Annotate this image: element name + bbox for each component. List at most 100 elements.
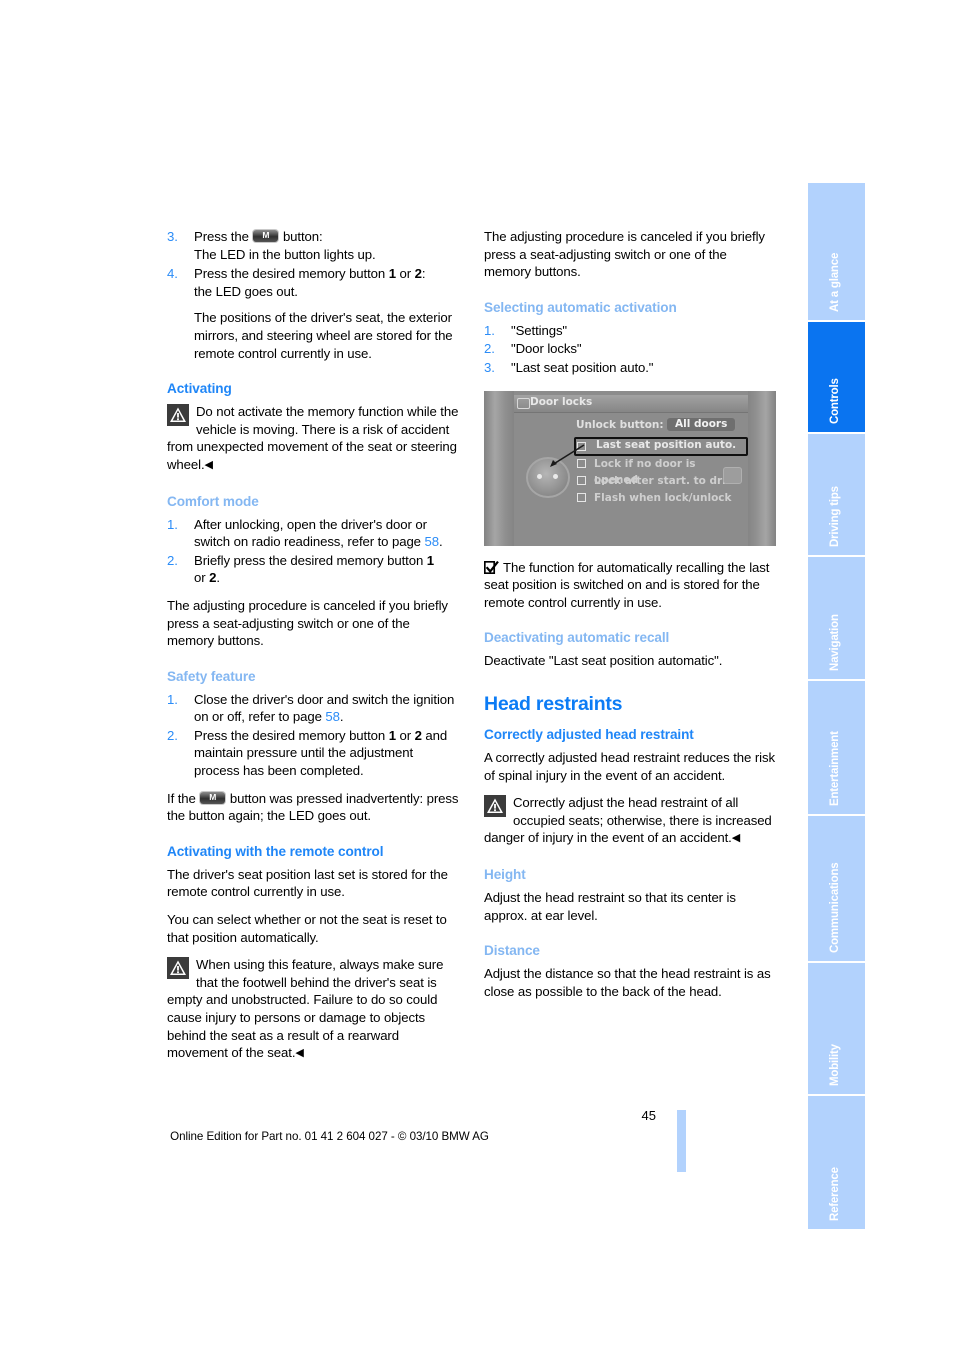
step-number: 3.: [484, 359, 495, 375]
step-text: After unlocking, open the driver's door …: [194, 516, 427, 550]
callout-leader-line: [550, 443, 585, 467]
step-text: "Door locks": [511, 341, 582, 357]
option-last-seat-position-auto[interactable]: Last seat position auto.: [574, 436, 748, 456]
warning-text: Correctly adjust the head restraint of a…: [484, 795, 772, 846]
tab-label: Mobility: [829, 1044, 841, 1086]
step-number: 2.: [484, 341, 495, 357]
option-lock-if-no-door-opened[interactable]: Lock if no door is opened: [576, 456, 742, 486]
comfort-mode-steps: 1. After unlocking, open the driver's doo…: [167, 516, 459, 587]
tab-navigation[interactable]: Navigation: [808, 557, 865, 679]
list-item: 2. Briefly press the desired memory butt…: [167, 552, 434, 586]
warning-end-marker: ◀: [204, 458, 213, 471]
option-label: Flash when lock/unlock: [594, 491, 732, 504]
warning-triangle-icon: [484, 795, 506, 818]
heading-activating-remote: Activating with the remote control: [167, 843, 384, 859]
list-item: 1. After unlocking, open the driver's doo…: [167, 516, 459, 551]
heading-safety-feature: Safety feature: [167, 668, 256, 684]
step-number: 1.: [167, 516, 178, 532]
checkbox-note-text: The function for automatically recalling…: [484, 559, 770, 610]
idrive-titlebar: Door locks: [514, 394, 748, 413]
warning-head-restraint: Correctly adjust the head restraint of a…: [484, 794, 776, 848]
tab-label: Communications: [829, 862, 841, 954]
tab-label: Entertainment: [829, 731, 841, 806]
warning-triangle-icon: [167, 404, 189, 427]
door-locks-icon: [517, 397, 530, 409]
tab-label: Navigation: [829, 614, 841, 671]
step-text-tail: .: [339, 709, 344, 725]
tab-label: At a glance: [829, 252, 841, 312]
step-text: "Settings": [511, 322, 568, 338]
step-text-tail: .: [438, 534, 443, 550]
imprint-line: Online Edition for Part no. 01 41 2 604 …: [170, 1130, 489, 1143]
step-number: 3.: [167, 229, 178, 244]
m-button-icon: [253, 229, 279, 242]
deactivating-paragraph: Deactivate "Last seat position automatic…: [484, 653, 723, 669]
list-item: 1. Close the driver's door and switch the…: [167, 691, 459, 726]
tab-driving-tips[interactable]: Driving tips: [808, 434, 865, 555]
heading-correctly-adjusted-head-restraint: Correctly adjusted head restraint: [484, 726, 694, 742]
tab-label: Controls: [829, 378, 841, 424]
knob-highlight-right: [553, 473, 558, 479]
comfort-mode-paragraph: The adjusting procedure is canceled if y…: [167, 597, 448, 649]
option-label: Last seat position auto.: [596, 438, 737, 451]
thumb-index: At a glance Controls Driving tips Naviga…: [808, 183, 865, 1231]
tab-label: Driving tips: [829, 486, 841, 547]
checkbox-icon[interactable]: [577, 492, 586, 502]
safety-feature-steps: 1. Close the driver's door and switch the…: [167, 691, 459, 780]
step-number: 1.: [484, 322, 495, 338]
right-text-column: The adjusting procedure is canceled if y…: [483, 228, 776, 1010]
safety-feature-note: If the button was pressed inadvertently:…: [167, 790, 459, 825]
tab-reference[interactable]: Reference: [808, 1096, 865, 1229]
remote-paragraph-1: The driver's seat position last set is s…: [167, 866, 448, 900]
warning-activating: Do not activate the memory function whil…: [167, 403, 459, 474]
option-lock-after-start-to-drive[interactable]: Lock after start. to drive: [576, 473, 742, 490]
page-number: 45: [641, 1108, 656, 1123]
step-number: 1.: [167, 691, 178, 707]
remote-paragraph-2: You can select whether or not the seat i…: [167, 912, 447, 945]
checkbox-checked-icon: [483, 560, 499, 574]
step-text: "Last seat position auto.": [511, 359, 654, 375]
warning-remote: When using this feature, always make sur…: [167, 956, 459, 1063]
list-item: 3. Press the button: The LED in the butto…: [167, 228, 459, 263]
option-flash-when-lock-unlock[interactable]: Flash when lock/unlock: [576, 490, 742, 507]
distance-paragraph: Adjust the distance so that the head res…: [484, 966, 771, 999]
tab-at-a-glance[interactable]: At a glance: [808, 183, 865, 320]
right-intro-paragraph: The adjusting procedure is canceled if y…: [484, 229, 765, 280]
left-text-column: 3. Press the button: The LED in the butto…: [167, 228, 459, 1073]
list-item: 2. Press the desired memory button 1 or …: [167, 727, 448, 779]
option-label: Lock after start. to drive: [594, 474, 740, 487]
page-reference[interactable]: 58: [424, 534, 439, 549]
tab-mobility[interactable]: Mobility: [808, 963, 865, 1094]
heading-activating: Activating: [167, 381, 232, 397]
tab-label: Reference: [829, 1167, 841, 1221]
correctly-adjusted-paragraph: A correctly adjusted head restraint redu…: [484, 749, 775, 783]
tab-entertainment[interactable]: Entertainment: [808, 681, 865, 814]
step-detail-line: The LED in the button lights up.: [194, 246, 376, 262]
list-item: 1. "Settings": [484, 322, 776, 340]
warning-triangle-icon: [167, 957, 189, 980]
tab-communications[interactable]: Communications: [808, 816, 865, 961]
warning-end-marker: ◀: [731, 832, 741, 845]
idrive-title: Door locks: [530, 395, 593, 408]
step-number: 2.: [167, 727, 178, 743]
heading-height: Height: [484, 866, 526, 882]
idrive-display-photo: Door locks Unlock button: All doors Last…: [484, 390, 776, 546]
step-text-after-icon: button:: [279, 229, 323, 244]
idrive-screen: Door locks Unlock button: All doors Last…: [514, 390, 748, 546]
tab-controls[interactable]: Controls: [808, 322, 865, 432]
unlock-button-label: Unlock button:: [576, 418, 664, 431]
display-side-button: [723, 466, 742, 484]
heading-selecting-automatic-activation: Selecting automatic activation: [484, 299, 677, 315]
step-number: 4.: [167, 266, 178, 282]
m-button-icon: [200, 791, 226, 804]
unlock-button-value[interactable]: All doors: [666, 416, 737, 432]
height-paragraph: Adjust the head restraint so that its ce…: [484, 889, 736, 923]
heading-deactivating-automatic-recall: Deactivating automatic recall: [484, 630, 670, 646]
checkbox-note: The function for automatically recalling…: [483, 559, 776, 612]
page-reference[interactable]: 58: [325, 709, 340, 724]
checkbox-icon[interactable]: [577, 475, 586, 485]
step-detail-paragraph: The positions of the driver's seat, the …: [194, 310, 453, 361]
knob-highlight-left: [537, 473, 542, 479]
footer-accent-bar: [677, 1110, 686, 1172]
warning-text: When using this feature, always make sur…: [167, 957, 444, 1061]
